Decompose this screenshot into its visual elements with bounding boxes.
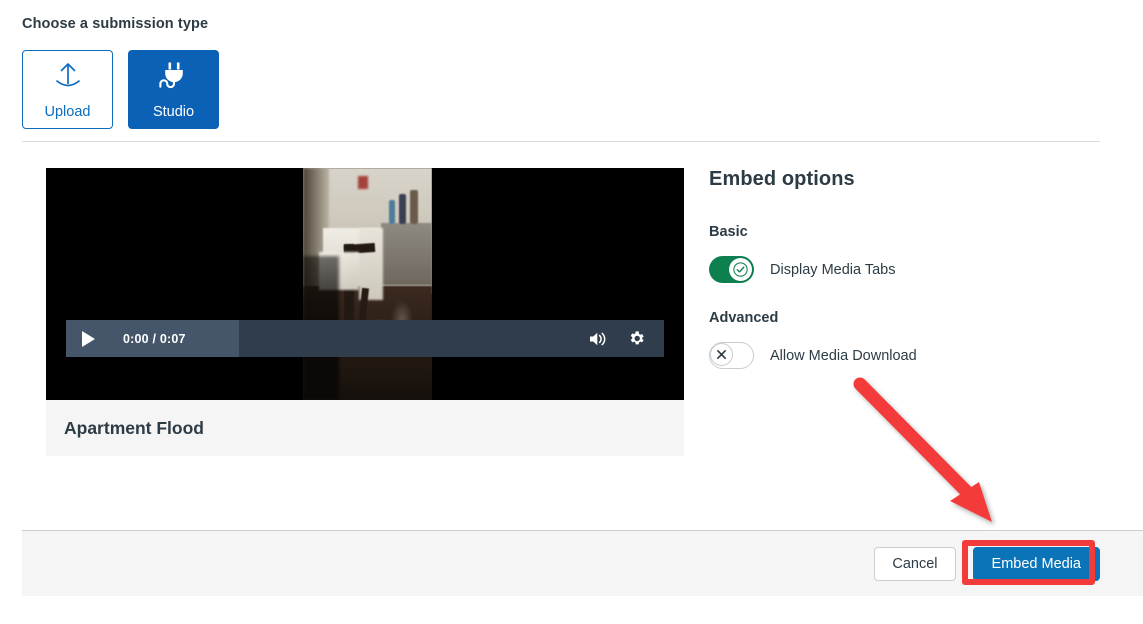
submission-type-group: Upload Studio [22,50,219,129]
display-media-tabs-label: Display Media Tabs [770,261,896,278]
media-preview-card: 0:00 / 0:07 Apartment Flood [46,168,684,456]
embed-options-panel: Embed options Basic Display Media Tabs A… [709,168,1109,369]
video-player[interactable]: 0:00 / 0:07 [46,168,684,400]
cancel-button[interactable]: Cancel [874,546,956,581]
media-title: Apartment Flood [64,417,204,438]
close-x-icon [710,343,733,366]
red-arrow-annotation [853,377,992,522]
submission-type-studio[interactable]: Studio [128,50,219,129]
option-allow-media-download[interactable]: Allow Media Download [709,342,1109,369]
gear-icon[interactable] [617,320,655,357]
upload-arrow-icon [51,59,85,98]
submission-type-upload-label: Upload [44,104,91,121]
player-controls: 0:00 / 0:07 [66,320,664,357]
player-progress-bar[interactable] [239,320,579,357]
allow-media-download-toggle[interactable] [709,342,754,369]
embed-media-button[interactable]: Embed Media [972,546,1100,581]
volume-icon[interactable] [579,320,617,357]
player-time-display: 0:00 / 0:07 [107,320,239,357]
plug-icon [157,59,191,98]
check-icon [729,258,752,281]
video-thumbnail [303,168,432,400]
media-title-bar: Apartment Flood [46,400,684,456]
play-icon[interactable] [66,320,107,357]
allow-media-download-label: Allow Media Download [770,347,917,364]
submission-type-upload[interactable]: Upload [22,50,113,129]
option-display-media-tabs[interactable]: Display Media Tabs [709,256,1109,283]
dialog-footer: Cancel Embed Media [22,530,1143,596]
display-media-tabs-toggle[interactable] [709,256,754,283]
embed-group-basic-label: Basic [709,224,748,240]
embed-options-heading: Embed options [709,168,855,190]
page-title: Choose a submission type [22,16,209,32]
embed-group-advanced-label: Advanced [709,310,779,326]
submission-type-studio-label: Studio [152,104,195,121]
section-divider [22,141,1100,142]
